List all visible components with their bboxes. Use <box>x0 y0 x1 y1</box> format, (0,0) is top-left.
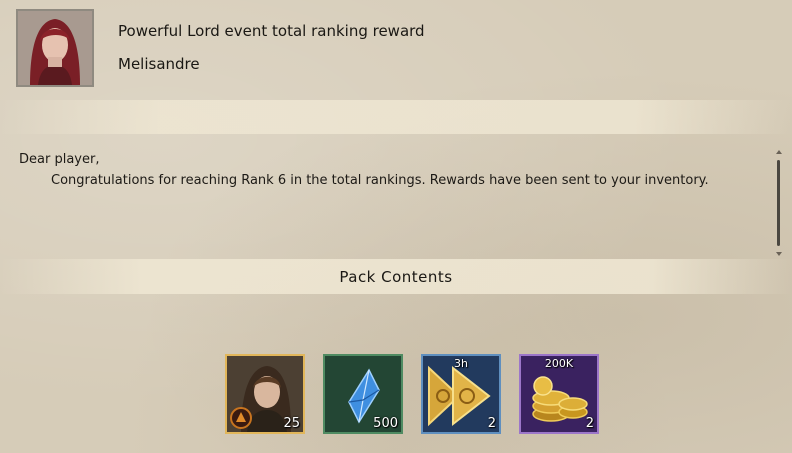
item-quantity: 25 <box>283 416 300 431</box>
pack-contents-title: Pack Contents <box>339 268 453 286</box>
reward-item-hero[interactable]: 25 <box>225 354 305 434</box>
reward-item-gold[interactable]: 200K 2 <box>519 354 599 434</box>
item-quantity: 2 <box>487 416 496 431</box>
mail-message: Dear player, Congratulations for reachin… <box>0 148 792 258</box>
scroll-down-arrow-icon[interactable] <box>776 252 782 256</box>
reward-item-crystal[interactable]: 500 <box>323 354 403 434</box>
pack-contents-header: Pack Contents <box>0 259 792 294</box>
scroll-thumb[interactable] <box>777 160 780 246</box>
item-quantity: 500 <box>373 416 398 431</box>
mail-title: Powerful Lord event total ranking reward <box>118 22 425 40</box>
mail-body: Congratulations for reaching Rank 6 in t… <box>51 173 709 188</box>
reward-item-speedup[interactable]: 3h 2 <box>421 354 501 434</box>
scroll-up-arrow-icon[interactable] <box>776 150 782 154</box>
item-amount-label: 200K <box>544 357 574 370</box>
mail-header: Powerful Lord event total ranking reward… <box>0 0 792 100</box>
item-quantity: 2 <box>585 416 594 431</box>
header-divider-band <box>0 100 792 134</box>
mail-sender: Melisandre <box>118 55 200 73</box>
pack-items: 25 500 3h 2 200K 2 <box>225 354 605 436</box>
sender-portrait-icon <box>18 11 92 85</box>
item-duration-label: 3h <box>454 357 468 370</box>
message-scrollbar[interactable] <box>774 150 784 256</box>
sender-avatar <box>16 9 94 87</box>
mail-greeting: Dear player, <box>19 152 100 167</box>
